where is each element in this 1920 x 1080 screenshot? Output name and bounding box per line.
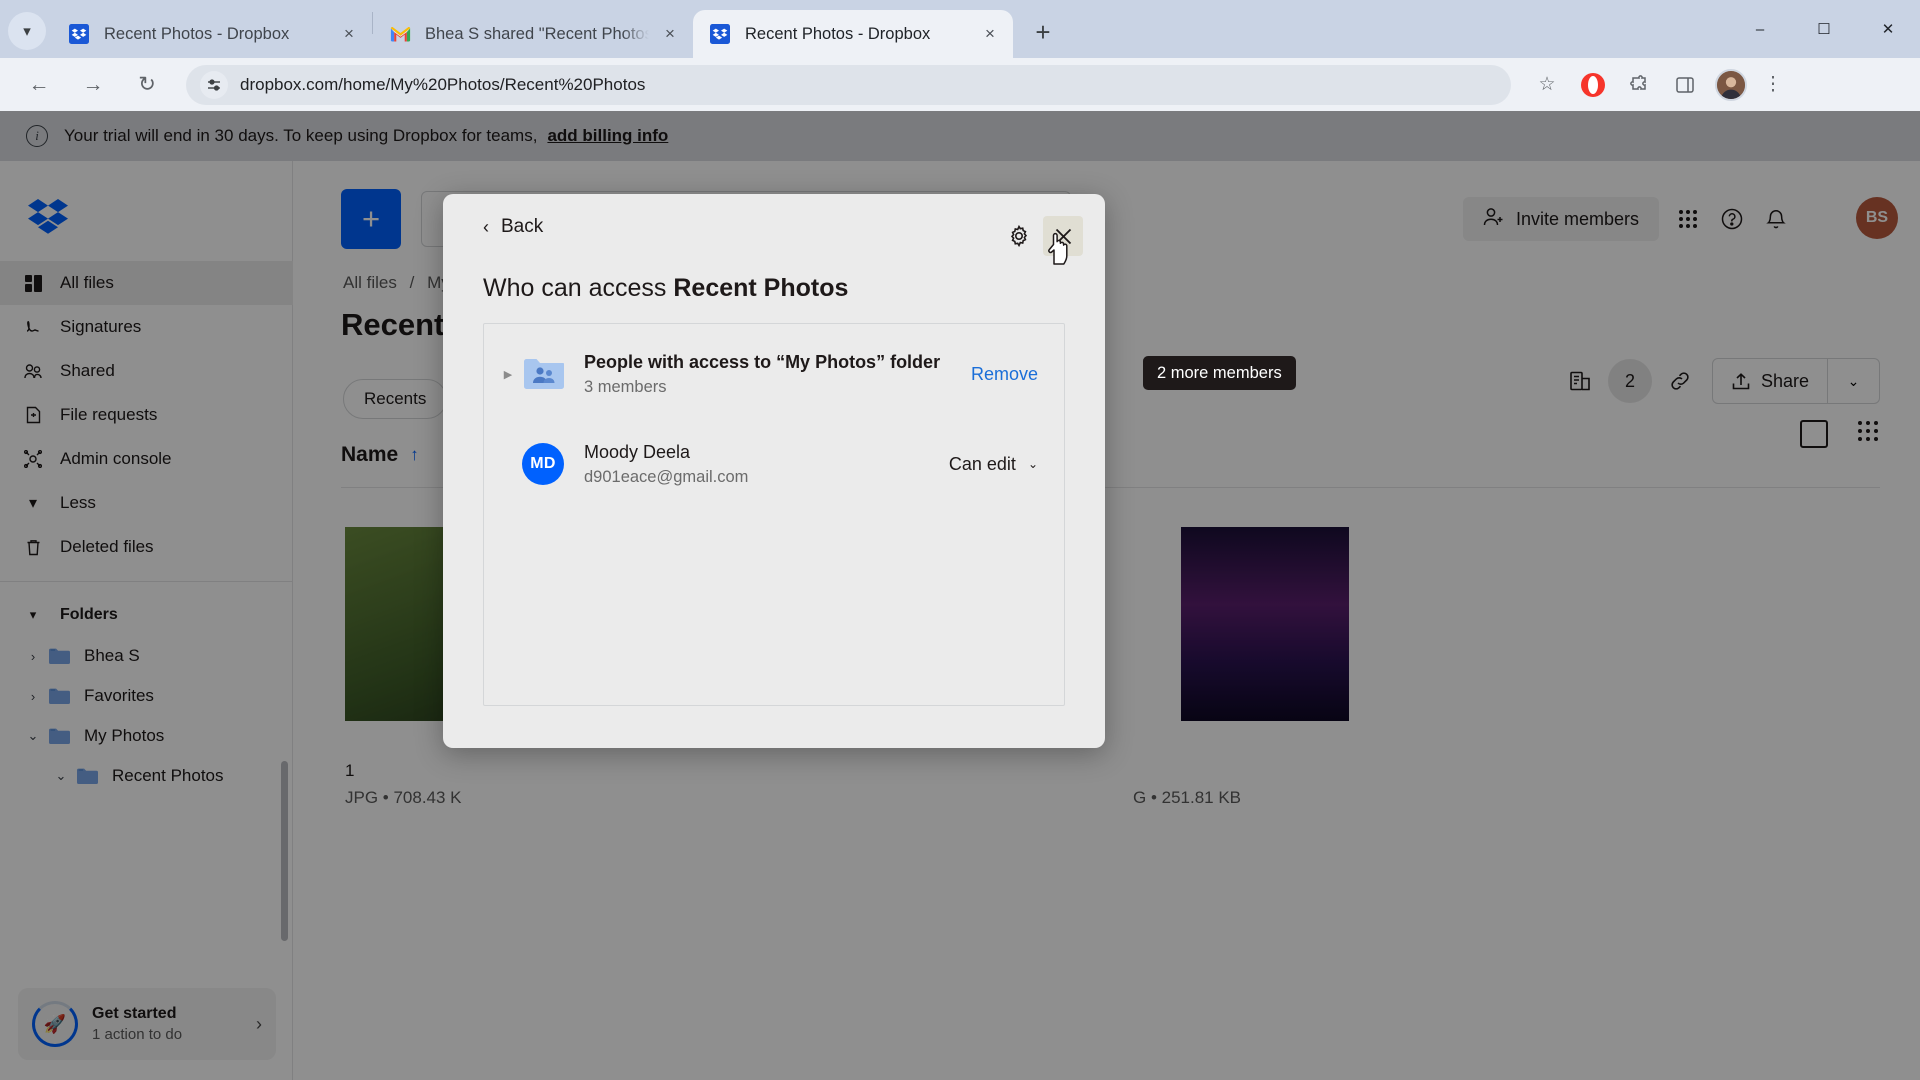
tab-search-button[interactable]: ▾	[8, 12, 46, 50]
permission-dropdown[interactable]: Can edit ⌄	[949, 454, 1038, 475]
permission-label: Can edit	[948, 453, 1016, 474]
remove-link[interactable]: Remove	[971, 364, 1038, 385]
window-minimize-button[interactable]: –	[1728, 0, 1792, 58]
who-can-access-modal: ‹ Back Who can access Recent Photos ▶ Pe…	[443, 194, 1105, 748]
window-maximize-button[interactable]: ☐	[1792, 0, 1856, 58]
access-row-name: Moody Deela	[584, 441, 691, 462]
access-row-name: People with access to “My Photos” folder	[584, 351, 941, 372]
browser-tab-title: Recent Photos - Dropbox	[104, 24, 290, 43]
back-button-label: Back	[501, 216, 544, 237]
access-list: ▶ People with access to “My Photos” fold…	[483, 323, 1065, 706]
address-bar-url: dropbox.com/home/My%20Photos/Recent%20Ph…	[240, 74, 646, 94]
browser-tab-strip: ▾ Recent Photos - Dropbox × Bhea S share…	[0, 0, 1920, 58]
chevron-down-icon: ⌄	[1027, 457, 1038, 471]
profile-avatar[interactable]	[1715, 68, 1747, 101]
shared-folder-icon	[522, 353, 564, 395]
browser-toolbar-right: ☆ ⋮	[1521, 65, 1793, 105]
address-bar[interactable]: dropbox.com/home/My%20Photos/Recent%20Ph…	[186, 64, 1511, 105]
tab-close-button[interactable]: ×	[977, 21, 1003, 47]
close-icon[interactable]	[1043, 216, 1083, 256]
avatar: MD	[522, 443, 564, 485]
gmail-icon	[389, 23, 411, 45]
access-row-sub: 3 members	[584, 377, 667, 396]
window-close-button[interactable]: ✕	[1856, 0, 1920, 58]
more-members-tooltip: 2 more members	[1143, 356, 1296, 390]
browser-tab-title: Bhea S shared "Recent Photos	[425, 24, 649, 43]
star-icon[interactable]: ☆	[1527, 65, 1567, 105]
chevron-down-icon: ▾	[23, 23, 31, 40]
browser-tab-1[interactable]: Recent Photos - Dropbox ×	[52, 10, 372, 58]
gear-icon[interactable]	[1001, 218, 1037, 254]
access-row-email: d901eace@gmail.com	[584, 467, 749, 486]
puzzle-icon[interactable]	[1619, 65, 1659, 105]
expand-caret-icon[interactable]: ▶	[498, 368, 518, 381]
back-button[interactable]: ‹ Back	[483, 216, 543, 238]
back-button[interactable]: ←	[18, 64, 60, 106]
new-tab-button[interactable]: +	[1023, 12, 1063, 52]
access-row-group[interactable]: ▶ People with access to “My Photos” fold…	[484, 336, 1064, 412]
opera-icon[interactable]	[1573, 65, 1613, 105]
reload-button[interactable]: ↻	[126, 64, 168, 106]
modal-title: Who can access Recent Photos	[483, 274, 848, 303]
kebab-menu-icon[interactable]: ⋮	[1753, 65, 1793, 105]
access-row-person[interactable]: MD Moody Deela d901eace@gmail.com Can ed…	[484, 426, 1064, 502]
browser-tab-3-active[interactable]: Recent Photos - Dropbox ×	[693, 10, 1013, 58]
dropbox-icon	[709, 23, 731, 45]
tab-close-button[interactable]: ×	[657, 21, 683, 47]
window-controls: – ☐ ✕	[1728, 0, 1920, 58]
forward-button[interactable]: →	[72, 64, 114, 106]
tab-close-button[interactable]: ×	[336, 21, 362, 47]
modal-header: ‹ Back	[443, 194, 1105, 276]
side-panel-icon[interactable]	[1665, 65, 1705, 105]
modal-title-target: Recent Photos	[673, 274, 849, 302]
site-settings-icon[interactable]	[200, 70, 228, 99]
dropbox-icon	[68, 23, 90, 45]
chevron-left-icon: ‹	[483, 216, 489, 237]
modal-title-prefix: Who can access	[483, 274, 674, 302]
browser-tab-title: Recent Photos - Dropbox	[745, 24, 931, 43]
browser-toolbar: ← → ↻ dropbox.com/home/My%20Photos/Recen…	[0, 58, 1920, 111]
browser-tab-2[interactable]: Bhea S shared "Recent Photos ×	[373, 10, 693, 58]
